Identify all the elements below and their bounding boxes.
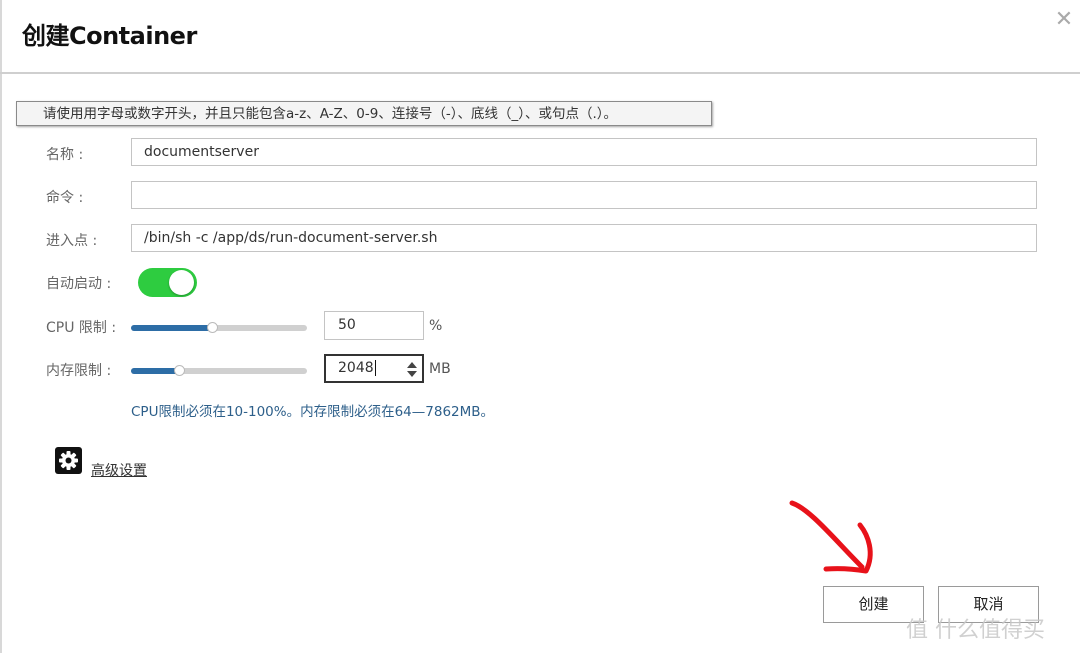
cpu-limit-input[interactable]: 50	[324, 311, 424, 340]
create-container-dialog: 创建Container ✕ 请使用用字母或数字开头，并且只能包含a-z、A-Z、…	[0, 0, 1080, 653]
memory-limit-slider[interactable]	[131, 365, 307, 376]
gear-icon[interactable]	[55, 447, 82, 474]
name-label: 名称 :	[46, 147, 84, 163]
name-input-value: documentserver	[144, 144, 259, 160]
memory-limit-input[interactable]: 2048	[324, 354, 424, 383]
text-caret	[374, 360, 376, 376]
watermark: 值 什么值得买	[906, 618, 1045, 643]
dialog-title: 创建Container	[22, 22, 197, 50]
spin-up-icon[interactable]	[407, 362, 417, 368]
close-icon[interactable]: ✕	[1053, 9, 1075, 31]
memory-slider-fill	[131, 368, 179, 374]
autostart-label: 自动启动 :	[46, 276, 112, 292]
cpu-slider-fill	[131, 325, 212, 331]
red-arrow-annotation	[789, 500, 873, 574]
command-label: 命令 :	[46, 190, 84, 206]
limit-hint-text: CPU限制必须在10-100%。内存限制必须在64—7862MB。	[131, 404, 495, 420]
command-input[interactable]	[131, 181, 1037, 209]
memory-limit-value: 2048	[338, 360, 374, 376]
toggle-knob	[169, 270, 194, 295]
cpu-slider-handle[interactable]	[206, 322, 218, 333]
advanced-settings-link[interactable]: 高级设置	[91, 460, 147, 480]
cpu-limit-label: CPU 限制 :	[46, 320, 117, 336]
cpu-unit: %	[429, 318, 443, 334]
cpu-limit-value: 50	[338, 317, 356, 333]
memory-spinner[interactable]	[405, 359, 419, 378]
dialog-left-border	[0, 0, 2, 653]
entrypoint-input-value: /bin/sh -c /app/ds/run-document-server.s…	[144, 230, 438, 246]
autostart-toggle[interactable]	[138, 268, 197, 297]
entrypoint-input[interactable]: /bin/sh -c /app/ds/run-document-server.s…	[131, 224, 1037, 252]
memory-unit: MB	[429, 361, 451, 377]
memory-limit-label: 内存限制 :	[46, 363, 112, 379]
entrypoint-label: 进入点 :	[46, 233, 98, 249]
memory-slider-handle[interactable]	[173, 365, 185, 376]
header-divider	[0, 72, 1080, 74]
name-rule-tooltip: 请使用用字母或数字开头，并且只能包含a-z、A-Z、0-9、连接号（-）、底线（…	[16, 101, 712, 126]
name-input[interactable]: documentserver	[131, 138, 1037, 166]
spin-down-icon[interactable]	[407, 371, 417, 377]
cpu-limit-slider[interactable]	[131, 322, 307, 333]
